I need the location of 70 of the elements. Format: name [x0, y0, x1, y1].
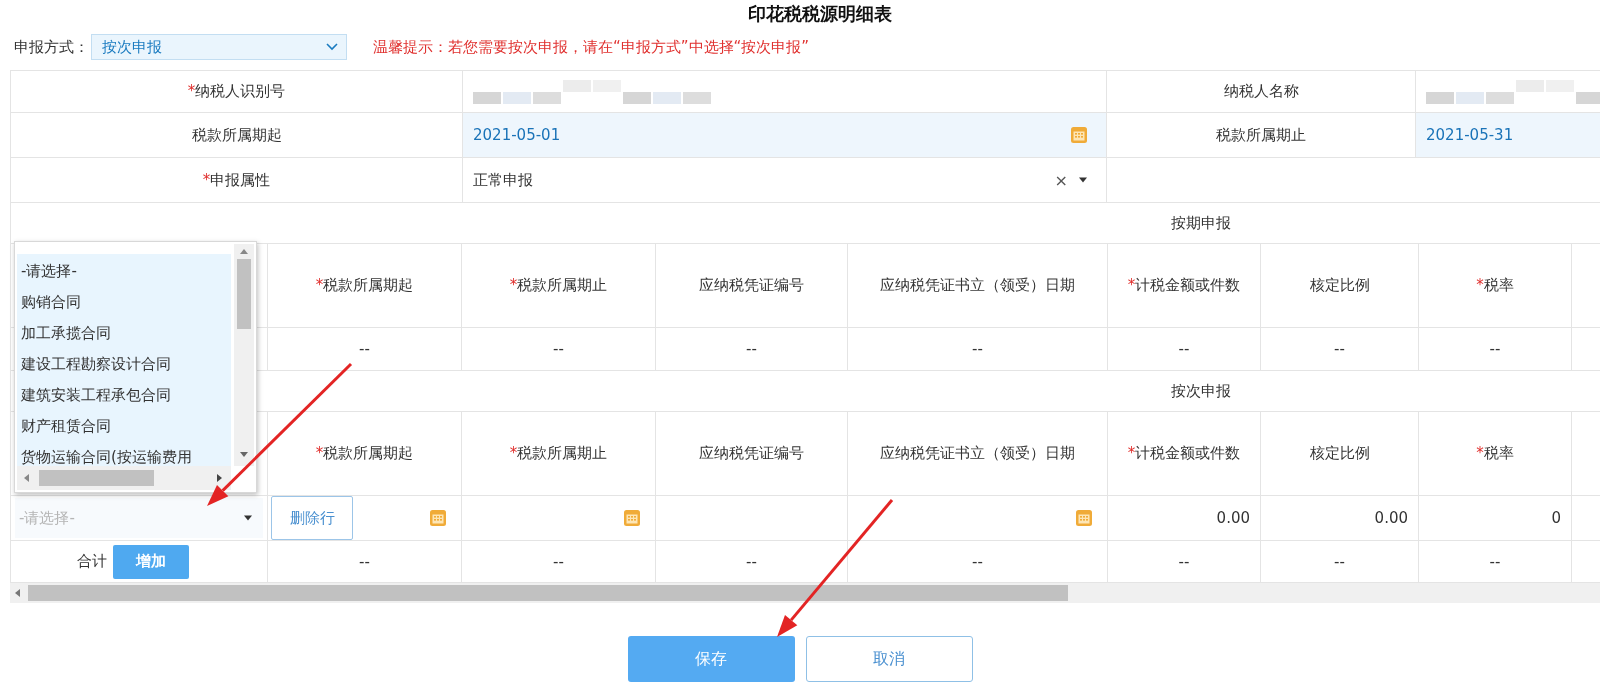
table-cell: --: [972, 552, 983, 571]
table-cell: --: [1334, 552, 1345, 571]
field-label: 税款所属期起: [191, 125, 282, 145]
column-header: *税款所属期止: [509, 276, 608, 295]
date-value: 2021-05-31: [1426, 126, 1514, 144]
calendar-icon: [1075, 509, 1093, 527]
total-label: 合计: [77, 552, 107, 571]
delete-row-button[interactable]: 删除行: [271, 496, 353, 540]
input-field[interactable]: [656, 496, 848, 541]
dropdown-option[interactable]: 购销合同: [17, 287, 231, 318]
column-header: *税率: [1476, 444, 1514, 463]
dropdown-option[interactable]: 建设工程勘察设计合同: [17, 349, 231, 380]
date-value: 2021-05-01: [473, 126, 561, 144]
column-header: 应纳税凭证编号: [699, 276, 804, 295]
table-cell: --: [746, 552, 757, 571]
horizontal-scrollbar[interactable]: [17, 466, 231, 490]
field-label: 税款所属期止: [1216, 125, 1306, 145]
column-header: *税款所属期起: [315, 276, 414, 295]
dropdown-option[interactable]: 加工承揽合同: [17, 318, 231, 349]
field-label: 纳税人名称: [1223, 82, 1299, 101]
column-header: 应纳税凭证编号: [699, 444, 804, 463]
table-cell: --: [1334, 340, 1345, 358]
table-cell: --: [746, 340, 757, 358]
column-header: *税款所属期止: [509, 444, 608, 463]
select-field[interactable]: 正常申报 ×: [463, 158, 1107, 203]
field-label: *申报属性: [202, 170, 271, 190]
cancel-button[interactable]: 取消: [805, 636, 973, 682]
placeholder-text: -请选择-: [19, 508, 75, 528]
date-field[interactable]: 2021-05-01: [463, 113, 1107, 158]
number-field[interactable]: 0.00: [1216, 509, 1250, 527]
column-header: 应纳税凭证书立（领受）日期: [880, 444, 1075, 463]
column-header: *税率: [1476, 276, 1514, 295]
column-header: *税款所属期起: [315, 444, 414, 463]
number-field[interactable]: 0: [1551, 509, 1561, 527]
chevron-icon: [326, 43, 338, 51]
horizontal-scrollbar[interactable]: [10, 583, 1600, 603]
table-cell: --: [1489, 340, 1501, 358]
hint-text: 温馨提示：若您需要按次申报，请在“申报方式”中选择“按次申报”: [373, 37, 810, 57]
table-cell: --: [1178, 552, 1190, 571]
table-cell: --: [359, 340, 370, 358]
table-cell: --: [359, 552, 370, 571]
dropdown-option[interactable]: -请选择-: [17, 256, 231, 287]
caret-icon: [243, 515, 253, 521]
page-title: 印花税税源明细表: [748, 2, 892, 26]
number-field[interactable]: 0.00: [1374, 509, 1408, 527]
select-value: 正常申报: [473, 170, 533, 190]
vertical-scrollbar[interactable]: [234, 244, 254, 466]
dropdown-option[interactable]: 建筑安装工程承包合同: [17, 380, 231, 411]
section-title: 按期申报: [1171, 213, 1231, 233]
calendar-icon: [429, 509, 447, 527]
dropdown-option[interactable]: 货物运输合同(按运输费用: [17, 442, 231, 468]
column-header: *计税金额或件数: [1127, 444, 1241, 463]
dropdown-option[interactable]: 财产租赁合同: [17, 411, 231, 442]
table-cell: --: [972, 340, 983, 358]
table-cell: --: [1489, 552, 1501, 571]
column-header: 应纳税凭证书立（领受）日期: [880, 276, 1075, 295]
date-field[interactable]: 2021-05-31: [1416, 113, 1600, 158]
column-header: 核定比例: [1309, 444, 1370, 463]
column-header: *计税金额或件数: [1127, 276, 1241, 295]
table-cell: --: [1178, 340, 1190, 358]
select-field[interactable]: 按次申报: [91, 34, 347, 60]
field-label: 申报方式：: [14, 37, 89, 57]
calendar-icon: [623, 509, 641, 527]
section-title: 按次申报: [1171, 381, 1231, 401]
field-label: *纳税人识别号: [187, 82, 286, 101]
caret-icon: [1078, 177, 1088, 183]
table-cell: --: [553, 340, 564, 358]
clear-button[interactable]: ×: [1054, 170, 1068, 190]
column-header: 核定比例: [1309, 276, 1370, 295]
table-cell: --: [553, 552, 564, 571]
